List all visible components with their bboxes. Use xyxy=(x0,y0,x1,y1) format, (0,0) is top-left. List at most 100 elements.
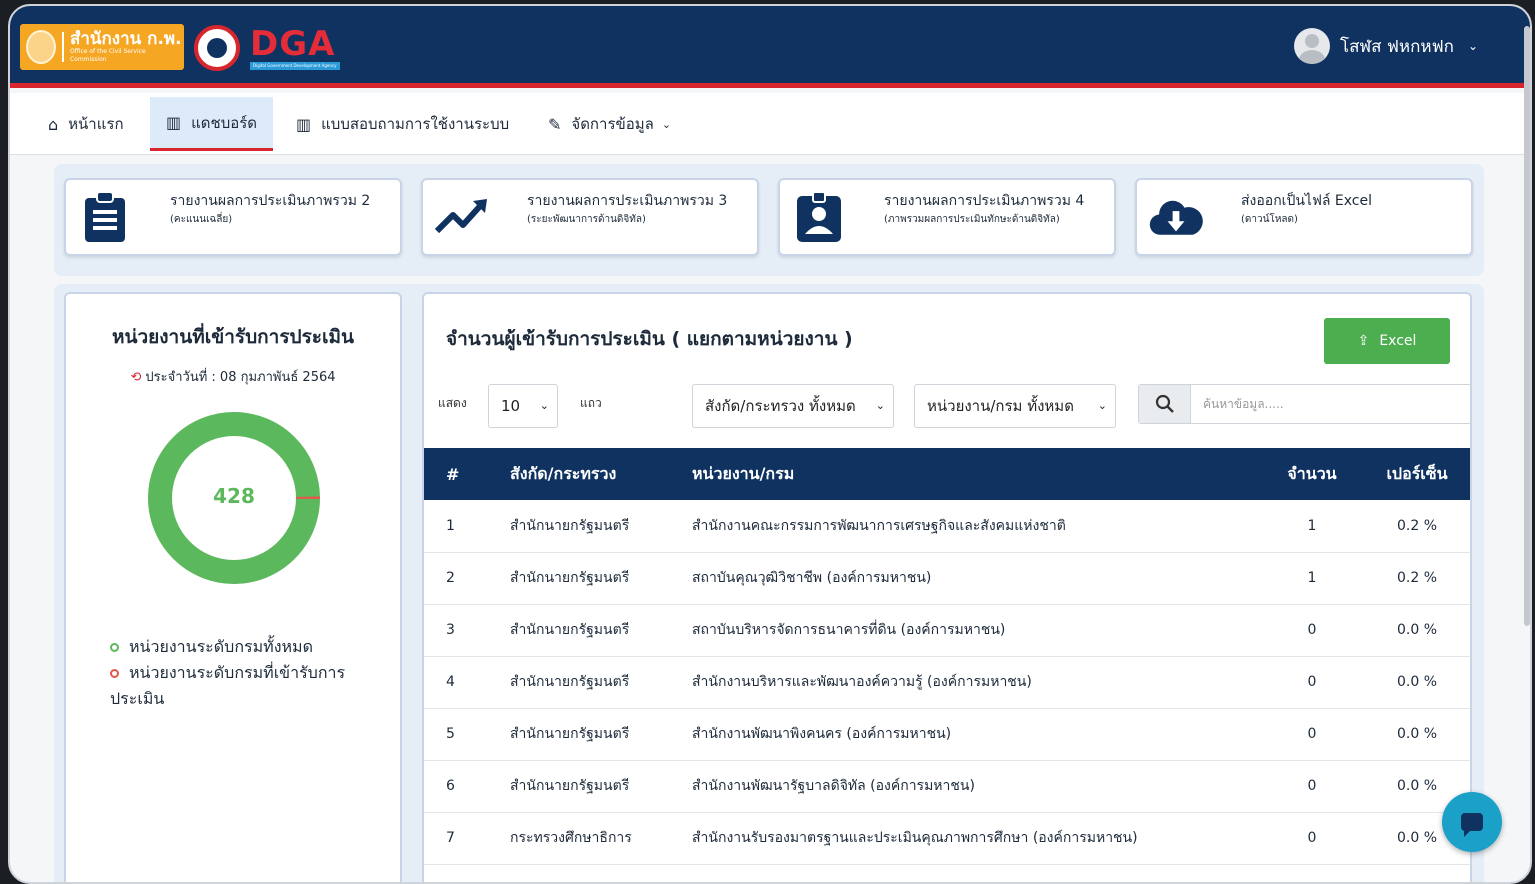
ocsc-seal-icon xyxy=(26,30,56,64)
report-card-4[interactable]: รายงานผลการประเมินภาพรวม 4 (ภาพรวมผลการป… xyxy=(778,178,1116,256)
report-date: ประจำวันที่ : 08 กุมภาพันธ์ 2564 xyxy=(145,370,336,385)
table-row[interactable]: 3 สำนักนายกรัฐมนตรี สถาบันบริหารจัดการธนาค… xyxy=(424,604,1470,656)
top-header: สำนักงาน ก.พ. Office of the Civil Servic… xyxy=(10,6,1530,88)
table-row[interactable]: 1 สำนักนายกรัฐมนตรี สำนักงานคณะกรรมการพัฒน… xyxy=(424,500,1470,552)
assessment-table: # สังกัด/กระทรวง หน่วยงาน/กรม จำนวน เปอร… xyxy=(424,448,1470,865)
cell-percent: 0.2 % xyxy=(1396,570,1438,586)
department-filter-select[interactable]: หน่วยงาน/กรม ทั้งหมด ⌄ xyxy=(914,384,1116,428)
table-row[interactable]: 4 สำนักนายกรัฐมนตรี สำนักงานบริหารและพัฒนา… xyxy=(424,656,1470,708)
report-card-excel[interactable]: ส่งออกเป็นไฟล์ Excel (ดาวน์โหลด) xyxy=(1135,178,1473,256)
assessment-table-panel: จำนวนผู้เข้ารับการประเมิน ( แยกตามหน่วยง… xyxy=(422,292,1472,882)
panel-title: หน่วยงานที่เข้ารับการประเมิน xyxy=(111,326,355,348)
column-header-count[interactable]: จำนวน xyxy=(1262,448,1362,500)
search-box: ค้นหาข้อมูล..... xyxy=(1138,384,1470,424)
cell-index: 4 xyxy=(446,674,455,690)
page-size-select[interactable]: 10 ⌄ xyxy=(488,384,558,428)
avatar xyxy=(1293,28,1330,64)
cell-ministry: สำนักนายกรัฐมนตรี xyxy=(510,622,630,638)
cell-department: สำนักงานพัฒนาพิงคนคร (องค์การมหาชน) xyxy=(692,726,952,742)
cell-index: 2 xyxy=(446,570,455,586)
cell-ministry: สำนักนายกรัฐมนตรี xyxy=(510,726,630,742)
cell-index: 5 xyxy=(446,726,455,742)
chevron-down-icon: ⌄ xyxy=(875,399,885,412)
assessed-agencies-panel: หน่วยงานที่เข้ารับการประเมิน ⟲ ประจำวันที… xyxy=(64,292,402,882)
chat-button[interactable] xyxy=(1442,792,1502,852)
settings-pen-icon: ✎ xyxy=(548,114,562,134)
bar-chart-icon: ▥ xyxy=(166,113,182,132)
table-row[interactable]: 6 สำนักนายกรัฐมนตรี สำนักงานพัฒนารัฐบาลดิจ… xyxy=(424,760,1470,812)
cell-ministry: สำนักนายกรัฐมนตรี xyxy=(510,778,630,794)
chevron-down-icon: ⌄ xyxy=(539,399,549,412)
cell-count: 1 xyxy=(1307,570,1317,586)
cell-count: 0 xyxy=(1307,622,1317,638)
cell-index: 3 xyxy=(446,622,455,638)
user-menu[interactable]: โสฬส ฟหกหฟก ⌄ xyxy=(1293,28,1478,64)
table-row[interactable]: 5 สำนักนายกรัฐมนตรี สำนักงานพัฒนาพิงคนคร (… xyxy=(424,708,1470,760)
legend-item-total[interactable]: หน่วยงานระดับกรมทั้งหมด xyxy=(110,634,380,660)
ministry-filter-select[interactable]: สังกัด/กระทรวง ทั้งหมด ⌄ xyxy=(692,384,894,428)
main-nav: ⌂ หน้าแรก ▥ แดชบอร์ด ▥ แบบสอบถามการใช้งา… xyxy=(10,93,1530,155)
cloud-download-icon xyxy=(1149,190,1203,244)
dga-logo-sub: Digital Government Development Agency xyxy=(250,62,340,70)
search-button[interactable] xyxy=(1139,385,1191,423)
excel-export-button[interactable]: ⇪ Excel xyxy=(1324,318,1450,364)
bar-chart-icon: ▥ xyxy=(296,114,312,134)
cell-department: สถาบันบริหารจัดการธนาคารที่ดิน (องค์การม… xyxy=(692,622,1006,638)
column-header-department[interactable]: หน่วยงาน/กรม xyxy=(692,448,1262,500)
chat-bubble-icon xyxy=(1461,813,1483,837)
panel-title: จำนวนผู้เข้ารับการประเมิน ( แยกตามหน่วยง… xyxy=(446,328,853,350)
cell-percent: 0.0 % xyxy=(1396,674,1438,690)
nav-survey[interactable]: ▥ แบบสอบถามการใช้งานระบบ xyxy=(280,97,525,151)
column-header-percent[interactable]: เปอร์เซ็น xyxy=(1362,448,1470,500)
home-icon: ⌂ xyxy=(48,114,59,134)
donut-center-value: 428 xyxy=(213,484,255,508)
clipboard-icon xyxy=(78,190,132,244)
cell-percent: 0.0 % xyxy=(1396,622,1438,638)
cell-count: 1 xyxy=(1307,517,1317,534)
ocsc-logo-text: สำนักงาน ก.พ. xyxy=(69,29,182,49)
legend-item-assessed[interactable]: หน่วยงานระดับกรมที่เข้ารับการประเมิน xyxy=(110,660,380,712)
scrollbar[interactable] xyxy=(1524,26,1530,626)
user-name: โสฬส ฟหกหฟก xyxy=(1339,36,1454,57)
cell-percent: 0.0 % xyxy=(1396,726,1438,742)
cell-ministry: สำนักนายกรัฐมนตรี xyxy=(510,570,630,586)
cell-count: 0 xyxy=(1307,778,1317,794)
show-label: แสดง xyxy=(438,396,467,410)
chevron-down-icon: ⌄ xyxy=(661,117,672,131)
report-card-2[interactable]: รายงานผลการประเมินภาพรวม 2 (คะแนนเฉลี่ย) xyxy=(64,178,402,256)
cell-count: 0 xyxy=(1307,726,1317,742)
cell-department: สำนักงานคณะกรรมการพัฒนาการเศรษฐกิจและสัง… xyxy=(692,517,1066,534)
nav-dashboard[interactable]: ▥ แดชบอร์ด xyxy=(150,97,274,151)
cell-department: สถาบันคุณวุฒิวิชาชีพ (องค์การมหาชน) xyxy=(692,570,932,586)
cell-department: สำนักงานบริหารและพัฒนาองค์ความรู้ (องค์ก… xyxy=(692,674,1032,690)
history-clock-icon: ⟲ xyxy=(130,370,142,385)
cell-index: 7 xyxy=(446,830,455,846)
app-window: สำนักงาน ก.พ. Office of the Civil Servic… xyxy=(8,4,1532,884)
table-row[interactable]: 7 กระทรวงศึกษาธิการ สำนักงานรับรองมาตรฐานแ… xyxy=(424,812,1470,864)
nav-home[interactable]: ⌂ หน้าแรก xyxy=(32,97,140,151)
id-badge-icon xyxy=(792,190,846,244)
search-input[interactable]: ค้นหาข้อมูล..... xyxy=(1203,395,1284,414)
share-icon: ⇪ xyxy=(1357,333,1370,349)
ocsc-logo[interactable]: สำนักงาน ก.พ. Office of the Civil Servic… xyxy=(20,24,184,70)
cell-index: 1 xyxy=(446,517,455,534)
dga-logo-text: DGA xyxy=(250,24,336,64)
column-header-ministry[interactable]: สังกัด/กระทรวง xyxy=(510,448,692,500)
chevron-down-icon: ⌄ xyxy=(1467,39,1478,53)
table-header-row: # สังกัด/กระทรวง หน่วยงาน/กรม จำนวน เปอร… xyxy=(424,448,1470,500)
chevron-down-icon: ⌄ xyxy=(1097,399,1107,412)
cell-department: สำนักงานรับรองมาตรฐานและประเมินคุณภาพการ… xyxy=(692,830,1138,846)
cell-percent: 0.2 % xyxy=(1396,517,1438,534)
cell-count: 0 xyxy=(1307,674,1317,690)
table-row[interactable]: 2 สำนักนายกรัฐมนตรี สถาบันคุณวุฒิวิชาชีพ (… xyxy=(424,552,1470,604)
report-card-3[interactable]: รายงานผลการประเมินภาพรวม 3 (ระยะพัฒนาการ… xyxy=(421,178,759,256)
column-header-index[interactable]: # xyxy=(424,448,510,500)
dga-emblem-icon xyxy=(194,25,240,71)
donut-legend: หน่วยงานระดับกรมทั้งหมด หน่วยงานระดับกรม… xyxy=(110,634,380,712)
search-icon xyxy=(1155,394,1174,413)
nav-manage[interactable]: ✎ จัดการข้อมูล ⌄ xyxy=(532,97,687,151)
cell-index: 6 xyxy=(446,778,455,794)
cell-count: 0 xyxy=(1307,830,1317,846)
dga-logo[interactable]: DGA Digital Government Development Agenc… xyxy=(194,22,344,74)
cell-ministry: สำนักนายกรัฐมนตรี xyxy=(510,517,630,534)
